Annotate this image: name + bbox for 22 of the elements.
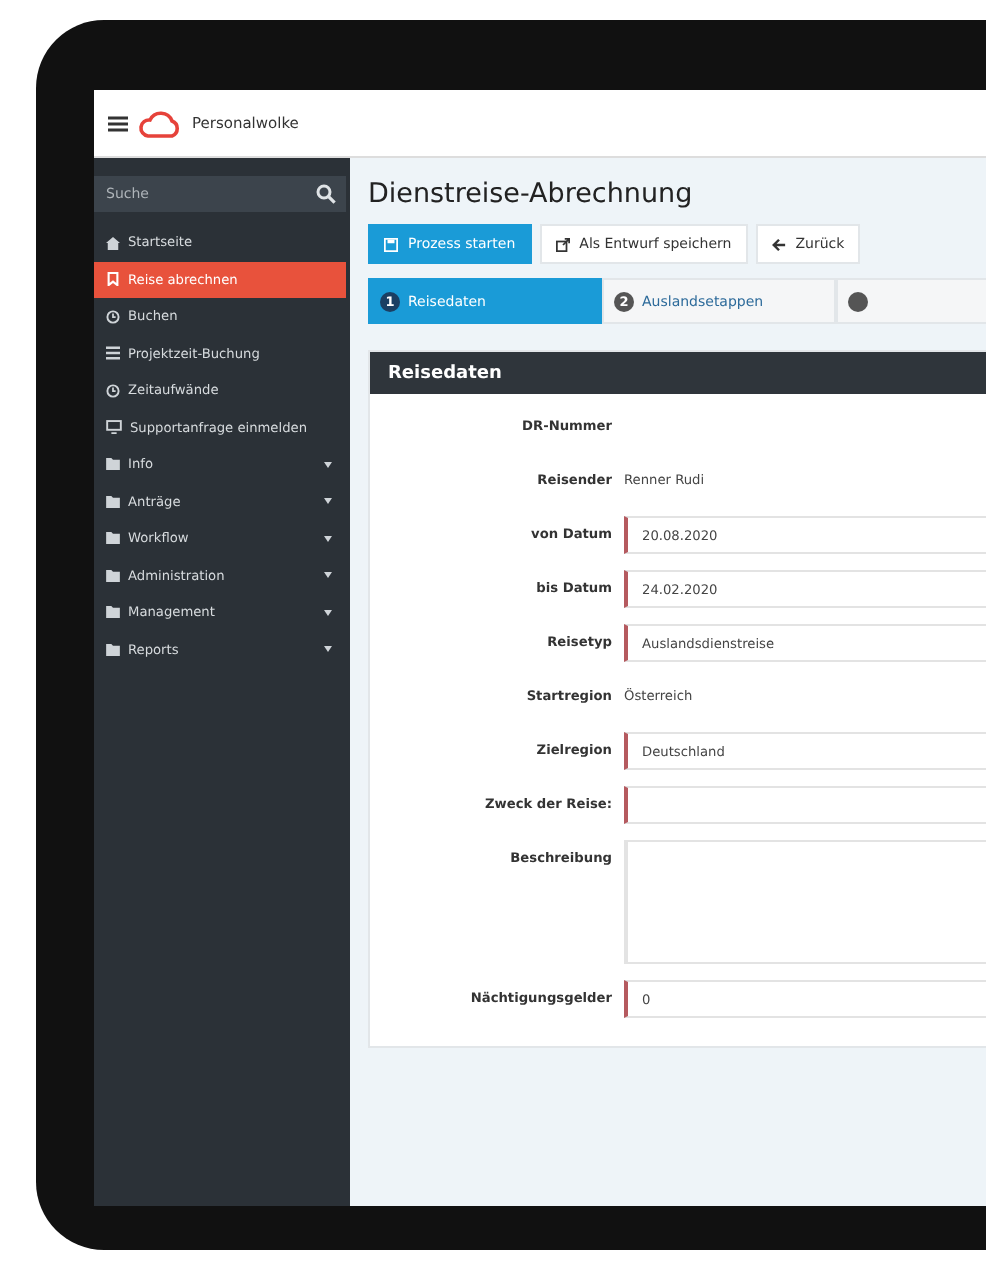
clock-icon	[106, 309, 120, 324]
arrow-left-icon	[771, 237, 786, 251]
menu-icon[interactable]	[108, 115, 128, 131]
folder-icon	[106, 606, 120, 619]
input-field[interactable]	[624, 786, 986, 824]
panel-title: Reisedaten	[388, 363, 502, 383]
external-link-icon	[555, 237, 570, 251]
search-icon[interactable]	[316, 184, 336, 204]
step-circle-icon	[848, 291, 868, 311]
cloud-logo-icon	[138, 109, 182, 137]
folder-icon	[106, 569, 120, 582]
folder-icon	[106, 458, 120, 471]
page-title: Dienstreise-Abrechnung	[368, 178, 695, 210]
save-icon	[384, 237, 398, 251]
monitor-icon	[106, 420, 122, 435]
folder-icon	[106, 643, 120, 656]
clock-icon	[106, 383, 120, 398]
folder-icon	[106, 495, 120, 508]
home-icon	[106, 235, 120, 250]
bookmark-icon	[106, 272, 120, 287]
list-icon	[106, 346, 120, 361]
folder-icon	[106, 532, 120, 545]
